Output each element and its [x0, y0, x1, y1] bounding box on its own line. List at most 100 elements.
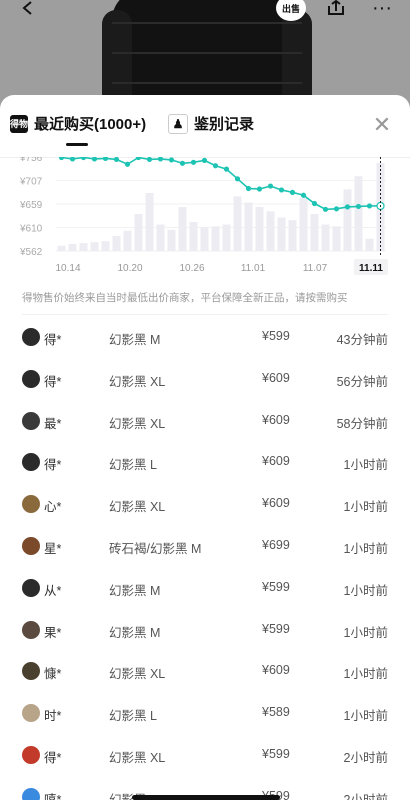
product-spec: 幻影黑 M: [109, 333, 161, 347]
chart-bar: [123, 230, 132, 251]
buyer-name: 得*: [44, 374, 62, 389]
jacket-seam: [112, 22, 302, 24]
purchase-list: 得* 幻影黑 M ¥599 43分钟前 得* 幻影黑 XL ¥609 56分钟前 最* 幻影黑 X…: [0, 317, 410, 800]
chart-bar: [255, 207, 264, 251]
purchase-time: 1小时前: [343, 583, 388, 598]
product-spec: 幻影黑 XL: [109, 750, 166, 765]
chart-bar: [90, 242, 99, 251]
purchase-time: 1小时前: [343, 709, 388, 724]
chart-bar: [244, 202, 253, 251]
chart-bar: [156, 224, 165, 251]
close-icon[interactable]: ✕: [372, 114, 392, 136]
chart-point: [256, 186, 263, 192]
purchase-price: ¥609: [262, 663, 290, 678]
chart-bar: [343, 189, 352, 251]
purchase-time: 1小时前: [343, 667, 388, 682]
chart-point: [267, 183, 274, 189]
share-icon[interactable]: [324, 0, 348, 22]
chart-bar: [57, 245, 66, 251]
purchase-time: 1小时前: [343, 625, 388, 640]
chart-point: [179, 160, 186, 166]
chart-point: [58, 157, 65, 161]
chart-point: [212, 163, 219, 169]
chart-point: [289, 189, 296, 195]
buyer-name: 慷*: [44, 667, 62, 682]
jacket-seam: [112, 82, 302, 84]
chart-point: [113, 157, 120, 163]
chart-bar: [79, 243, 88, 251]
purchase-time: 2小时前: [343, 792, 388, 800]
chart-bar: [299, 198, 308, 251]
chart-bar: [178, 207, 187, 251]
list-item: 星* 砖石褐/幻影黑 M ¥699 1小时前: [0, 526, 410, 568]
buyer-name: 得*: [44, 458, 62, 473]
chart-point: [69, 157, 76, 162]
product-image-area: 出售 ···: [0, 0, 410, 110]
chart-bar: [266, 211, 275, 251]
tab-label: 最近购买(1000+): [34, 116, 147, 133]
buyer-name: 果*: [44, 625, 62, 640]
avatar: [22, 536, 40, 555]
chart-bar: [189, 221, 198, 251]
list-item: 得* 幻影黑 XL ¥599 2小时前: [0, 735, 410, 777]
chart-point: [157, 157, 164, 162]
product-spec: 幻影黑 XL: [109, 416, 166, 431]
chart-point: [146, 157, 153, 163]
buyer-name: 得*: [44, 750, 62, 765]
purchase-price: ¥599: [262, 579, 290, 594]
chart-point: [102, 157, 109, 162]
purchase-time: 2小时前: [343, 750, 388, 765]
x-tick-label: 10.14: [55, 263, 80, 274]
chart-bar: [321, 224, 330, 251]
buyer-name: 得*: [44, 333, 62, 347]
avatar: [22, 704, 40, 723]
chart-point: [366, 203, 373, 209]
product-spec: 幻影黑 L: [109, 458, 157, 473]
product-spec: 幻影黑 M: [109, 583, 161, 598]
chart-bar: [167, 229, 176, 251]
divider: [22, 314, 388, 315]
chart-point: [333, 206, 340, 212]
authentication-icon: ♟: [168, 113, 188, 134]
avatar: [22, 787, 40, 800]
purchase-price: ¥599: [262, 621, 290, 636]
avatar: [22, 578, 40, 597]
chart-point: [91, 157, 98, 162]
product-spec: 幻影黑 XL: [109, 667, 166, 682]
list-item: 心* 幻影黑 XL ¥609 1小时前: [0, 484, 410, 526]
chart-bar: [211, 226, 220, 251]
chart-bar: [233, 196, 242, 251]
list-item: 时* 幻影黑 L ¥589 1小时前: [0, 693, 410, 735]
list-item: 从* 幻影黑 M ¥599 1小时前: [0, 568, 410, 610]
price-trend-chart: ¥756 ¥707 ¥659 ¥610 ¥562 10.14 10.20 10.26 11.01…: [19, 157, 388, 275]
chart-point: [322, 206, 329, 212]
active-tab-indicator: [66, 143, 88, 146]
avatar: [22, 369, 40, 388]
chart-bar: [354, 176, 363, 251]
product-spec: 幻影黑 M: [109, 625, 161, 640]
list-item: 得* 幻影黑 XL ¥609 56分钟前: [0, 359, 410, 401]
chart-point: [300, 192, 307, 198]
avatar: [22, 745, 40, 764]
chart-point: [278, 187, 285, 193]
back-icon[interactable]: [18, 0, 38, 22]
x-tick-label: 10.20: [117, 263, 142, 274]
sell-tag-icon[interactable]: 出售: [274, 0, 308, 22]
purchase-time: 1小时前: [343, 541, 388, 556]
purchase-time: 43分钟前: [336, 333, 388, 347]
chart-bar: [288, 220, 297, 251]
avatar: [22, 495, 40, 514]
y-tick-label: ¥707: [19, 177, 43, 188]
chart-series-line: [61, 157, 381, 211]
y-tick-label: ¥659: [19, 200, 43, 211]
more-icon[interactable]: ···: [370, 0, 394, 22]
purchase-time: 58分钟前: [336, 416, 388, 431]
avatar: [22, 328, 40, 346]
chart-bar: [101, 241, 110, 251]
y-tick-label: ¥756: [19, 157, 43, 164]
tab-authentication-records[interactable]: ♟ 鉴别记录: [168, 113, 254, 134]
tab-recent-purchases[interactable]: 得物 最近购买(1000+): [10, 113, 146, 134]
avatar: [22, 662, 40, 681]
x-tick-label: 11.07: [303, 263, 328, 274]
chart-bar: [145, 192, 154, 251]
